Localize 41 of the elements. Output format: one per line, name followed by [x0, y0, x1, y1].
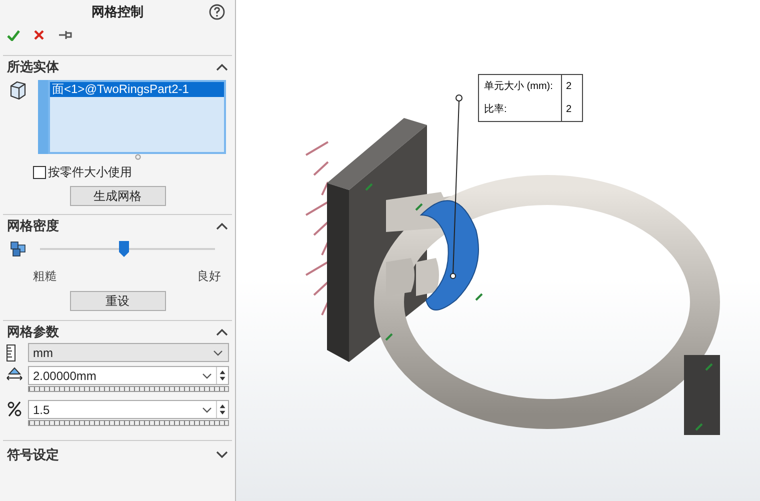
- checkbox-label: 按零件大小使用: [48, 164, 132, 181]
- unit-dropdown[interactable]: mm: [28, 343, 229, 362]
- numeric-field[interactable]: 1.5: [28, 400, 229, 419]
- list-item[interactable]: 面<1>@TwoRingsPart2-1: [50, 82, 224, 97]
- help-icon[interactable]: [209, 4, 225, 20]
- section-title: 所选实体: [7, 58, 59, 76]
- dropdown-caret-icon[interactable]: [213, 350, 223, 356]
- element-size-icon: [6, 366, 23, 382]
- section-title: 网格参数: [7, 323, 59, 342]
- section-title: 符号设定: [7, 446, 59, 464]
- dropdown-caret-icon[interactable]: [202, 372, 212, 378]
- reset-button[interactable]: 重设: [70, 291, 166, 311]
- pin-icon[interactable]: [58, 30, 72, 40]
- confirm-check-icon[interactable]: [7, 30, 20, 40]
- face-selection-icon: [9, 80, 27, 100]
- max-label: 良好: [197, 268, 221, 285]
- expand-chevron-icon[interactable]: [216, 451, 228, 459]
- density-slider-thumb[interactable]: [118, 240, 130, 258]
- numeric-field[interactable]: 2.00000mm: [28, 366, 229, 385]
- mesh-cubes-icon: [9, 240, 27, 258]
- collapse-chevron-icon[interactable]: [216, 63, 228, 71]
- callout-value: 2: [565, 80, 573, 94]
- thumbwheel[interactable]: [28, 420, 229, 426]
- ratio-icon: [6, 400, 23, 418]
- callout-label: 比率:: [479, 98, 562, 121]
- spin-arrows-icon[interactable]: [216, 367, 228, 384]
- create-mesh-button[interactable]: 生成网格: [70, 186, 166, 206]
- ruler-icon: [6, 344, 16, 362]
- cancel-x-icon[interactable]: [34, 30, 44, 40]
- callout-value: 2: [565, 103, 573, 117]
- resize-handle-icon[interactable]: [134, 154, 140, 160]
- spin-arrows-icon[interactable]: [216, 401, 228, 418]
- section-title: 网格密度: [7, 217, 59, 236]
- collapse-chevron-icon[interactable]: [216, 328, 228, 336]
- min-label: 粗糙: [33, 268, 57, 285]
- panel-title: 网格控制: [92, 3, 144, 22]
- checkbox[interactable]: [33, 166, 46, 178]
- thumbwheel[interactable]: [28, 386, 229, 392]
- callout-label: 单元大小 (mm):: [479, 75, 562, 98]
- dropdown-caret-icon[interactable]: [202, 406, 212, 412]
- collapse-chevron-icon[interactable]: [216, 222, 228, 230]
